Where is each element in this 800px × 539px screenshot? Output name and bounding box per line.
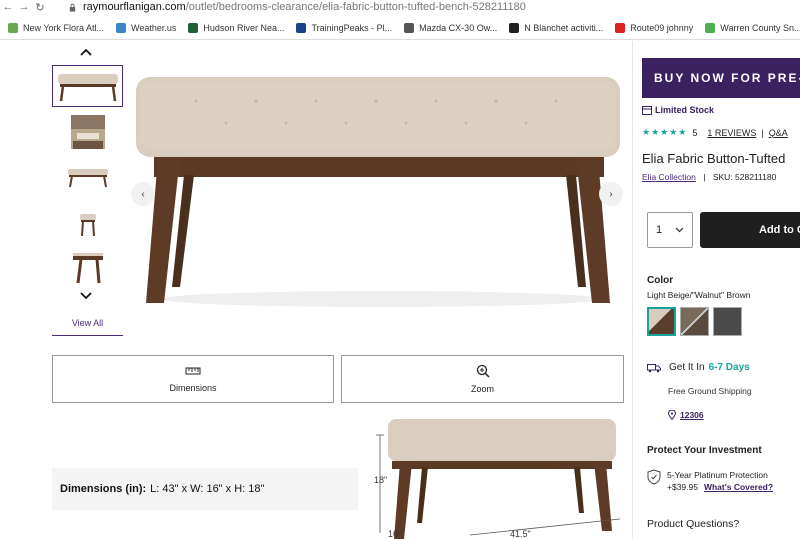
bookmark-favicon-icon — [296, 22, 307, 33]
qa-link[interactable]: Q&A — [769, 128, 788, 138]
dimensions-button[interactable]: Dimensions — [52, 355, 334, 403]
bookmark-item[interactable]: Mazda CX-30 Ow... — [404, 22, 498, 33]
bookmark-label: New York Flora Atl... — [23, 22, 105, 33]
bookmark-item[interactable]: TrainingPeaks - Pl... — [296, 22, 393, 33]
dimensions-button-label: Dimensions — [169, 383, 217, 393]
dimensions-summary: Dimensions (in): L: 43" x W: 16" x H: 18… — [52, 468, 358, 510]
thumbnail-4[interactable] — [52, 203, 123, 245]
stock-status: Limited Stock — [642, 105, 714, 115]
zoom-in-icon — [476, 364, 490, 378]
diagram-height-label: 18" — [374, 475, 387, 485]
shield-icon — [647, 469, 661, 485]
protection-price: +$39.95 — [667, 482, 698, 492]
dimension-diagram: 18" 16" 41.5" — [374, 419, 621, 539]
zoom-button-label: Zoom — [470, 384, 494, 394]
ruler-icon — [185, 367, 201, 375]
zip-code-link[interactable]: 12306 — [668, 410, 704, 420]
product-questions-heading: Product Questions? — [647, 518, 740, 530]
add-to-cart-button[interactable]: Add to C — [700, 212, 800, 248]
bookmark-favicon-icon — [116, 22, 127, 33]
color-value: Light Beige/"Walnut" Brown — [647, 290, 751, 300]
stock-label: Limited Stock — [655, 105, 715, 115]
swatch-walnut-brown[interactable] — [647, 307, 676, 336]
calendar-icon — [642, 106, 652, 115]
chevron-left-icon: ‹ — [141, 188, 145, 200]
rating-stars: ★★★★★ — [642, 127, 688, 137]
rating-value: 5 — [692, 127, 698, 138]
zip-code: 12306 — [680, 410, 704, 420]
address-bar[interactable]: raymourflanigan.com/outlet/bedrooms-clea… — [83, 1, 526, 13]
bookmark-favicon-icon — [404, 22, 415, 33]
location-pin-icon — [668, 410, 676, 420]
product-title: Elia Fabric Button-Tufted — [642, 151, 786, 166]
bookmark-item[interactable]: Hudson River Nea... — [188, 22, 285, 33]
forward-arrow-icon[interactable]: → — [16, 1, 32, 13]
shipping-label: Free Ground Shipping — [668, 386, 752, 396]
product-page: View All ‹ › Dimensions Zoom Dimensions … — [0, 41, 800, 539]
bookmark-label: Weather.us — [131, 22, 177, 33]
bookmark-label: Warren County Sn... — [720, 22, 800, 33]
carousel-next-button[interactable]: › — [599, 182, 623, 206]
bookmark-item[interactable]: New York Flora Atl... — [8, 22, 105, 33]
bookmark-label: TrainingPeaks - Pl... — [311, 22, 393, 33]
bookmark-favicon-icon — [8, 22, 18, 33]
buy-now-banner[interactable]: BUY NOW FOR PRE-T — [642, 58, 800, 98]
lock-icon — [69, 3, 76, 12]
chevron-down-icon — [675, 227, 684, 233]
color-label: Color — [647, 275, 674, 286]
main-product-image — [136, 77, 620, 307]
chevron-right-icon: › — [609, 188, 613, 200]
dimensions-label: Dimensions (in): — [60, 483, 147, 495]
bookmark-item[interactable]: Warren County Sn... — [705, 22, 800, 33]
collection-link[interactable]: Elia Collection — [642, 172, 696, 182]
bookmark-item[interactable]: Weather.us — [116, 22, 177, 33]
rating-row: ★★★★★ 5 1 REVIEWS | Q&A — [642, 127, 788, 138]
truck-icon — [647, 363, 661, 372]
thumbnail-3[interactable] — [52, 155, 123, 197]
reload-icon[interactable]: ↻ — [32, 1, 48, 14]
url-domain: raymourflanigan.com — [83, 1, 186, 13]
bookmark-favicon-icon — [188, 22, 199, 33]
diagram-length-label: 41.5" — [510, 529, 531, 539]
bookmark-favicon-icon — [615, 22, 626, 33]
product-meta: Elia Collection | SKU: 528211180 — [642, 172, 777, 182]
protection-plan-name: 5-Year Platinum Protection — [667, 470, 768, 480]
bookmark-favicon-icon — [705, 22, 716, 33]
swatch-grey-walnut[interactable] — [680, 307, 709, 336]
sku-label: SKU: 528211180 — [712, 172, 777, 182]
chevron-up-icon[interactable] — [80, 47, 92, 59]
bookmark-favicon-icon — [509, 22, 520, 33]
protection-plan[interactable]: 5-Year Platinum Protection +$39.95 What's… — [647, 469, 773, 493]
dimensions-value: L: 43" x W: 16" x H: 18" — [150, 483, 265, 495]
bookmark-label: Route09 johnny — [630, 22, 694, 33]
reviews-link[interactable]: 1 REVIEWS — [707, 128, 756, 138]
delivery-days: 6-7 Days — [708, 362, 750, 373]
swatch-dark-grey[interactable] — [713, 307, 742, 336]
delivery-estimate: Get It In 6-7 Days — [647, 362, 750, 373]
view-all-link[interactable]: View All — [52, 318, 123, 336]
protection-title: Protect Your Investment — [647, 445, 762, 456]
back-arrow-icon[interactable]: ← — [0, 1, 16, 13]
browser-toolbar: ← → ↻ raymourflanigan.com/outlet/bedroom… — [0, 0, 800, 14]
bookmark-item[interactable]: N Blanchet activiti... — [509, 22, 604, 33]
panel-divider — [632, 41, 633, 539]
thumbnail-1[interactable] — [52, 65, 123, 107]
bookmark-label: Mazda CX-30 Ow... — [419, 22, 498, 33]
get-it-in-label: Get It In — [669, 362, 705, 373]
quantity-select[interactable]: 1 — [647, 212, 693, 248]
whats-covered-link[interactable]: What's Covered? — [704, 482, 773, 492]
quantity-value: 1 — [656, 224, 663, 236]
bookmark-label: N Blanchet activiti... — [524, 22, 604, 33]
bookmarks-bar: New York Flora Atl... Weather.us Hudson Ri… — [0, 16, 800, 40]
diagram-depth-label: 16" — [388, 529, 401, 539]
carousel-prev-button[interactable]: ‹ — [131, 182, 155, 206]
chevron-down-icon[interactable] — [80, 291, 92, 303]
zoom-button[interactable]: Zoom — [341, 355, 624, 403]
bookmark-label: Hudson River Nea... — [203, 22, 285, 33]
thumbnail-2[interactable] — [52, 111, 123, 153]
bookmark-item[interactable]: Route09 johnny — [615, 22, 694, 33]
url-path: /outlet/bedrooms-clearance/elia-fabric-b… — [185, 1, 526, 13]
thumbnail-5[interactable] — [52, 247, 123, 289]
